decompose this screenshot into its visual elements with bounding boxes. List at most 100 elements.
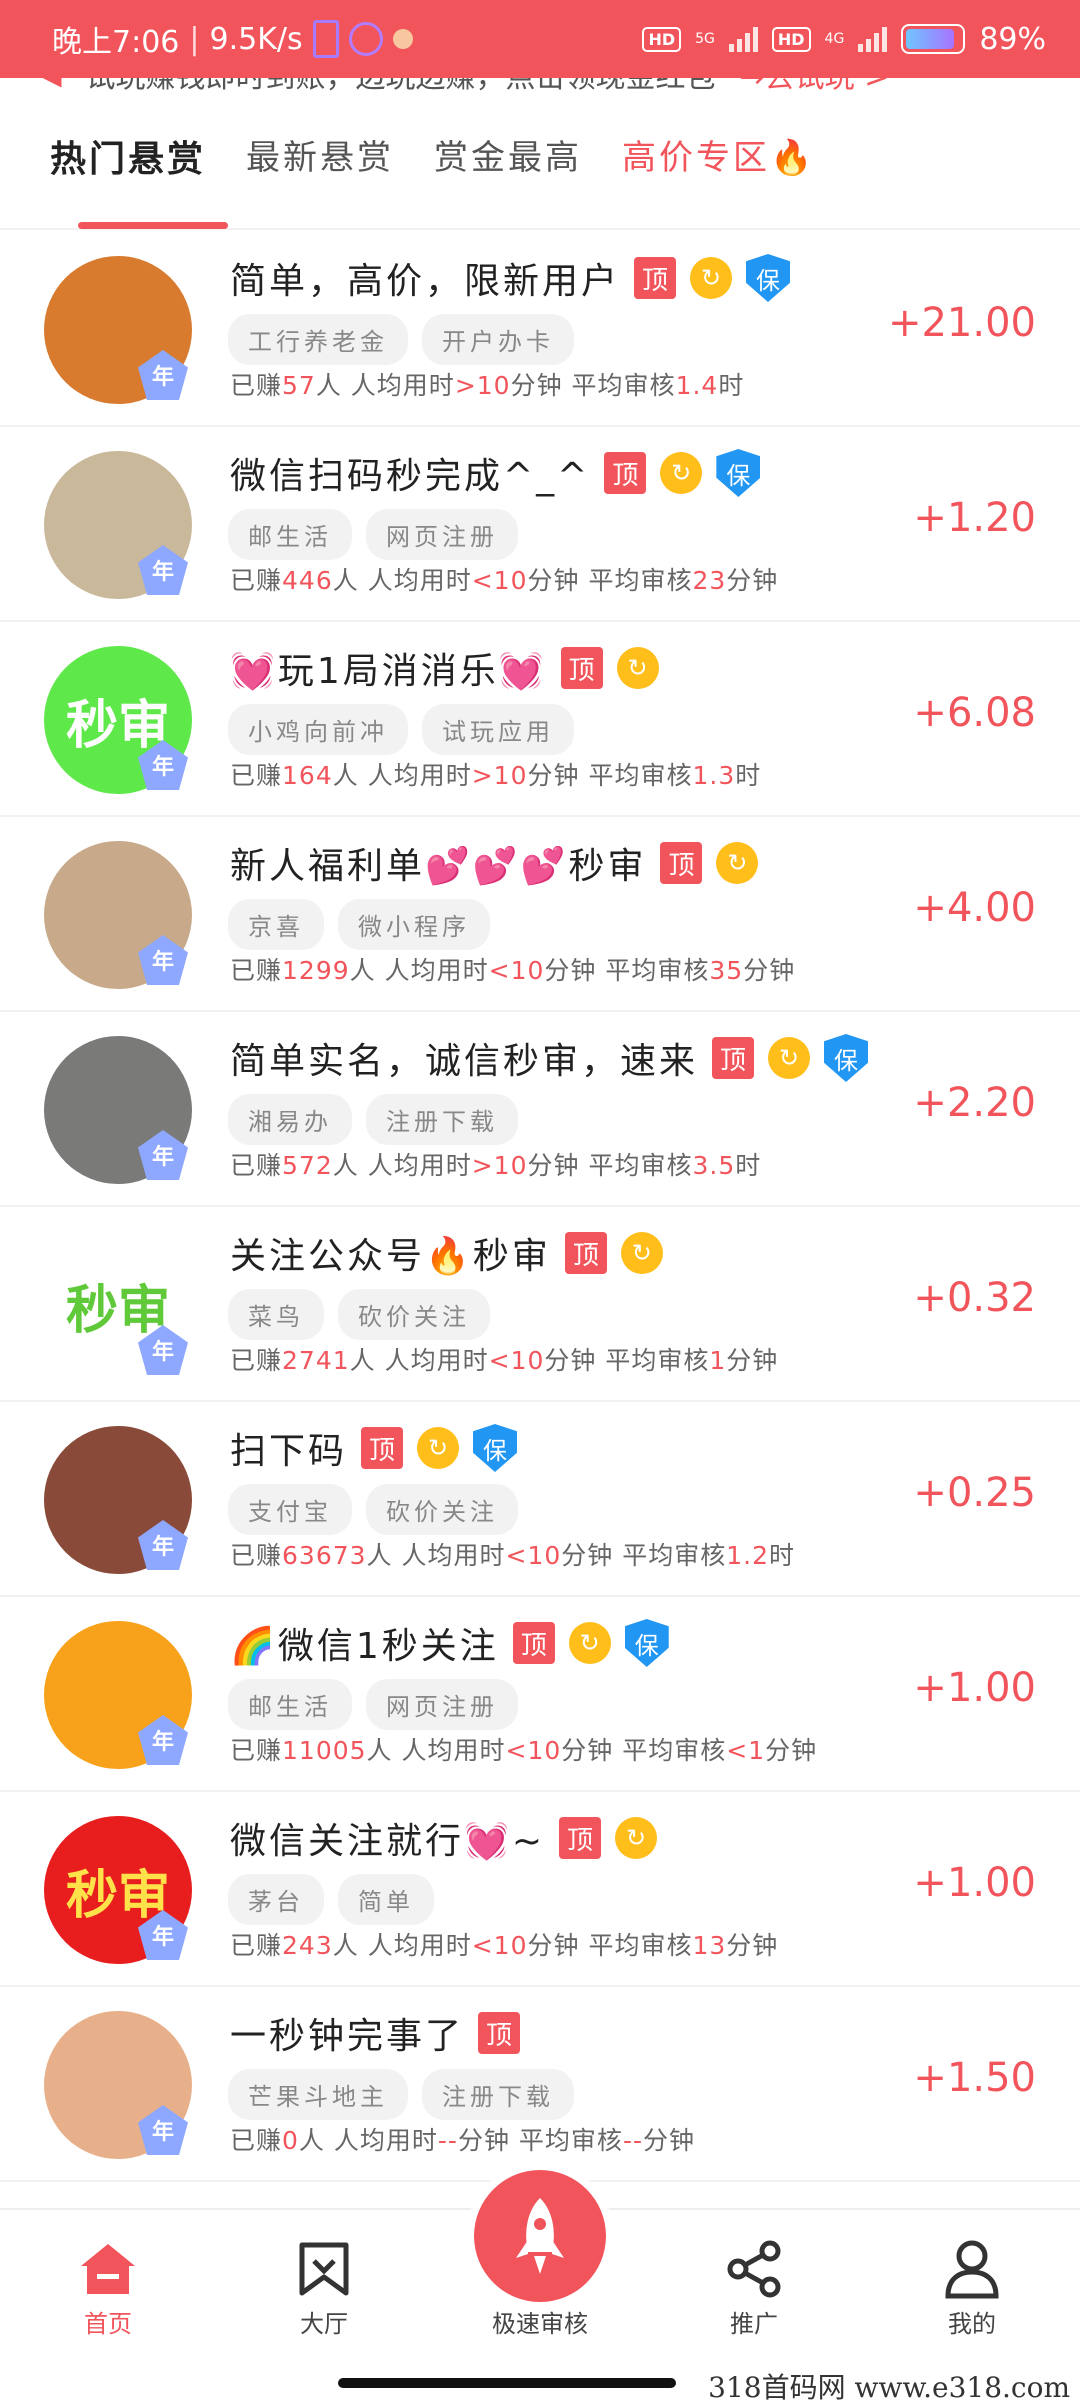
battery-percent: 89%	[979, 21, 1046, 57]
task-tag: 邮生活	[228, 509, 352, 560]
user-icon	[912, 2234, 1032, 2304]
tab-premium[interactable]: 高价专区🔥	[622, 130, 815, 230]
meta-avg-label: 人均用时	[384, 956, 489, 985]
home-icon	[48, 2234, 168, 2304]
meta-earned-count: 1299	[282, 956, 350, 985]
task-tags: 支付宝 砍价关注	[228, 1484, 518, 1535]
meta-earned-count: 11005	[282, 1736, 367, 1765]
top-badge-icon: 顶	[634, 257, 677, 299]
notice-bar[interactable]: ◀ 试玩赚钱即时到账，边玩边赚，点击领现金红包 →去试玩 >	[0, 78, 1080, 100]
task-row[interactable]: 年扫下码顶 ↻ 保支付宝 砍价关注 已赚63673人 人均用时<10分钟 平均审核1.2…	[0, 1402, 1080, 1597]
task-tag: 开户办卡	[422, 314, 574, 365]
refresh-badge-icon: ↻	[417, 1427, 460, 1469]
meta-avg-label: 人均用时	[384, 1346, 489, 1375]
tab-highest-label: 赏金最高	[434, 138, 583, 178]
meta-avg-unit: 分钟	[527, 1151, 580, 1180]
task-tag: 芒果斗地主	[228, 2069, 408, 2120]
task-tags: 邮生活 网页注册	[228, 1679, 518, 1730]
meta-avg-label: 人均用时	[367, 1151, 472, 1180]
task-row[interactable]: 年一秒钟完事了顶芒果斗地主 注册下载 已赚0人 人均用时--分钟 平均审核--分钟 +…	[0, 1987, 1080, 2182]
task-tag: 网页注册	[366, 509, 518, 560]
guarantee-badge-icon: 保	[473, 1424, 518, 1472]
task-meta: 已赚446人 人均用时<10分钟 平均审核23分钟	[230, 561, 778, 597]
task-row[interactable]: 秒审年关注公众号🔥秒审顶 ↻ 菜鸟 砍价关注 已赚2741人 人均用时<10分钟 平均审…	[0, 1207, 1080, 1402]
tab-bar: 热门悬赏 最新悬赏 赏金最高 高价专区🔥	[0, 130, 1080, 230]
task-reward: +21.00	[887, 300, 1036, 346]
signal-icon-2	[858, 26, 888, 52]
task-tag: 菜鸟	[228, 1289, 324, 1340]
bookmark-icon	[264, 2234, 384, 2304]
task-title: 关注公众号🔥秒审顶 ↻	[230, 1227, 663, 1279]
refresh-badge-icon: ↻	[716, 842, 759, 884]
nav-mine[interactable]: 我的	[912, 2234, 1032, 2339]
meta-review-label: 平均审核	[588, 1931, 693, 1960]
task-tags: 工行养老金 开户办卡	[228, 314, 574, 365]
task-title-text: 简单，高价，限新用户	[230, 261, 621, 302]
task-row[interactable]: 秒审年 💓玩1局消消乐💓 顶 ↻ 小鸡向前冲 试玩应用 已赚164人 人均用时>10分钟 平…	[0, 622, 1080, 817]
meta-avg-unit: 分钟	[544, 956, 597, 985]
task-reward: +1.00	[913, 1860, 1036, 1906]
meta-earned-suffix: 人	[366, 1736, 393, 1765]
task-meta: 已赚0人 人均用时--分钟 平均审核--分钟	[230, 2121, 695, 2157]
meta-avg-unit: 分钟	[561, 1736, 614, 1765]
meta-review-label: 平均审核	[588, 761, 693, 790]
task-title: 微信关注就行💓~ 顶 ↻	[230, 1812, 657, 1864]
refresh-badge-icon: ↻	[616, 647, 659, 689]
task-meta: 已赚2741人 人均用时<10分钟 平均审核1分钟	[230, 1341, 778, 1377]
meta-earned-suffix: 人	[332, 566, 359, 595]
tab-latest[interactable]: 最新悬赏	[246, 130, 394, 230]
nav-promote[interactable]: 推广	[694, 2234, 814, 2339]
task-row[interactable]: 年 🌈微信1秒关注顶 ↻ 保邮生活 网页注册 已赚11005人 人均用时<10分钟 平均审…	[0, 1597, 1080, 1792]
meta-earned-prefix: 已赚	[230, 371, 283, 400]
meta-avg-time: <10	[488, 1346, 545, 1375]
task-tag: 注册下载	[366, 1094, 518, 1145]
meta-avg-time: <10	[471, 566, 528, 595]
task-row[interactable]: 年简单，高价，限新用户顶 ↻ 保工行养老金 开户办卡 已赚57人 人均用时>10分钟 平…	[0, 232, 1080, 427]
task-meta: 已赚164人 人均用时>10分钟 平均审核1.3时	[230, 756, 761, 792]
task-reward: +6.08	[913, 690, 1036, 736]
meta-review-unit: 时	[735, 1151, 762, 1180]
status-bar: 晚上7:06 | 9.5K/s HD 5G HD 4G 89%	[0, 0, 1080, 78]
gesture-bar[interactable]	[338, 2378, 676, 2388]
task-tag: 湘易办	[228, 1094, 352, 1145]
tab-premium-label: 高价专区🔥	[622, 138, 816, 178]
guarantee-badge-icon: 保	[624, 1619, 669, 1667]
tab-highest[interactable]: 赏金最高	[434, 130, 582, 230]
task-tags: 菜鸟 砍价关注	[228, 1289, 490, 1340]
task-meta: 已赚1299人 人均用时<10分钟 平均审核35分钟	[230, 951, 795, 987]
meta-review-label: 平均审核	[588, 566, 693, 595]
task-row[interactable]: 秒审年微信关注就行💓~ 顶 ↻ 茅台 简单 已赚243人 人均用时<10分钟 平均审核13…	[0, 1792, 1080, 1987]
meta-review-unit: 时	[769, 1541, 796, 1570]
task-tags: 邮生活 网页注册	[228, 509, 518, 560]
meta-earned-prefix: 已赚	[230, 761, 283, 790]
fast-review-button[interactable]	[474, 2170, 606, 2302]
task-row[interactable]: 年微信扫码秒完成^_^ 顶 ↻ 保邮生活 网页注册 已赚446人 人均用时<10分钟 平均…	[0, 427, 1080, 622]
task-title-text: 微信扫码秒完成^_^	[230, 456, 591, 497]
network-5g-label: 5G	[695, 31, 715, 47]
task-title-text: 扫下码	[230, 1431, 348, 1472]
meta-earned-count: 57	[282, 371, 316, 400]
task-row[interactable]: 年新人福利单💕💕💕秒审顶 ↻ 京喜 微小程序 已赚1299人 人均用时<10分钟 平均审…	[0, 817, 1080, 1012]
meta-avg-time: <10	[488, 956, 545, 985]
meta-earned-count: 446	[282, 566, 333, 595]
nav-mine-label: 我的	[948, 2310, 996, 2338]
meta-earned-prefix: 已赚	[230, 1346, 283, 1375]
network-4g-label: 4G	[824, 31, 845, 47]
meta-earned-suffix: 人	[349, 956, 376, 985]
tab-hot[interactable]: 热门悬赏	[50, 130, 228, 230]
meta-earned-suffix: 人	[332, 761, 359, 790]
watermark: 318首码网 www.e318.com	[708, 2371, 1070, 2400]
task-row[interactable]: 年简单实名，诚信秒审，速来顶 ↻ 保湘易办 注册下载 已赚572人 人均用时>10分钟 …	[0, 1012, 1080, 1207]
status-separator: |	[189, 21, 200, 57]
nav-home[interactable]: 首页	[48, 2234, 168, 2339]
task-tag: 网页注册	[366, 1679, 518, 1730]
task-list: 年简单，高价，限新用户顶 ↻ 保工行养老金 开户办卡 已赚57人 人均用时>10分钟 平…	[0, 232, 1080, 2182]
screen-icon	[312, 20, 339, 58]
notice-action-link[interactable]: →去试玩 >	[740, 78, 890, 96]
top-badge-icon: 顶	[559, 1817, 601, 1859]
top-badge-icon: 顶	[512, 1622, 555, 1664]
nav-hall[interactable]: 大厅	[264, 2234, 384, 2339]
meta-earned-suffix: 人	[366, 1541, 393, 1570]
task-title: 微信扫码秒完成^_^ 顶 ↻ 保	[230, 447, 761, 499]
meta-review-unit: 分钟	[726, 1931, 779, 1960]
